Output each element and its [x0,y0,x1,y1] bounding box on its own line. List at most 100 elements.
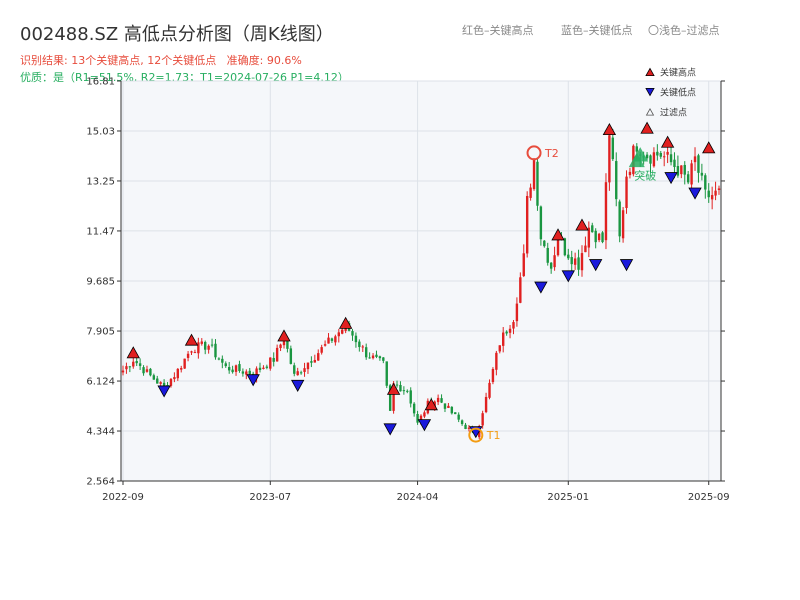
y-tick-label: 11.47 [86,226,115,237]
candle-up [652,152,656,167]
candle-up [197,342,200,354]
y-tick-label: 9.685 [86,277,115,288]
candle-down [310,361,313,363]
candle-down [385,361,388,386]
candle-down [142,367,145,374]
candle-down [567,254,570,259]
candle-up [710,195,714,200]
candle-down [577,257,580,270]
candle-up [132,361,135,367]
candle-up [234,365,238,372]
candle-down [700,172,704,176]
candle-up [125,366,128,370]
legend-label: 关键低点 [660,87,696,99]
candle-up [662,156,666,158]
candle-up [573,258,577,265]
t2-label: T2 [544,147,559,160]
x-tick-label: 2025-09 [688,492,730,503]
candle-up [532,160,536,190]
candle-down [645,154,649,159]
candle-down [543,240,546,247]
candle-up [193,352,197,354]
candle-down [221,358,224,363]
candle-up [303,368,306,372]
candle-up [508,328,512,333]
candle-up [306,362,310,370]
candle-down [224,363,227,367]
candle-down [378,356,382,359]
candle-down [265,366,269,368]
candle-down [238,364,241,371]
candle-down [464,424,467,430]
candle-up [207,345,210,350]
candle-down [704,175,707,190]
candle-down [412,403,416,414]
candle-up [628,171,632,176]
candle-up [337,332,340,337]
candle-down [214,343,217,358]
candle-up [361,346,364,348]
candle-up [519,277,522,303]
candle-up [269,357,272,369]
candle-down [615,161,618,200]
candle-up [371,355,375,359]
candle-up [323,344,327,346]
candle-down [375,354,378,357]
candle-down [594,230,597,243]
x-tick-label: 2024-04 [397,492,439,503]
candle-down [457,414,460,420]
candle-down [676,166,680,176]
candle-up [180,368,183,370]
candle-up [327,337,330,344]
candle-up [556,238,560,256]
kline-chart: 2.564 4.344 6.124 7.905 9.685 11.47 13.25 15.03… [86,67,730,504]
candle-down [354,335,358,343]
candle-down [635,146,638,152]
candle-down [450,406,454,414]
candle-up [183,358,186,369]
candle-down [135,361,138,364]
candle-up [317,353,320,361]
legend-label: 过滤点 [660,107,687,119]
candle-down [149,368,152,376]
candle-down [395,384,399,386]
candle-down [460,420,464,425]
candle-up [587,227,591,248]
candle-up [275,347,279,362]
candle-up [502,332,505,346]
candle-up [515,303,519,322]
candle-up [169,378,173,386]
candle-down [416,413,419,423]
candle-up [334,336,337,343]
y-tick-label: 4.344 [86,427,115,438]
candle-up [512,322,515,329]
candle-down [611,137,615,160]
candle-up [190,351,193,353]
candle-down [454,412,457,415]
candle-up [525,195,529,254]
candle-down [618,201,621,237]
candle-down [156,378,159,384]
candle-up [176,368,180,379]
candle-down [210,344,214,346]
y-tick-label: 13.25 [86,176,115,187]
candle-down [591,225,594,233]
candle-down [539,206,543,240]
candle-down [358,341,361,348]
candle-down [440,398,443,403]
candle-up [680,165,683,175]
y-tick-label: 15.03 [86,126,115,137]
candle-up [529,187,532,198]
candle-up [279,344,282,349]
candle-up [145,369,149,372]
candle-down [293,365,296,374]
candle-down [656,151,659,156]
candle-down [330,338,334,341]
candle-down [669,154,673,163]
candle-up [341,329,344,334]
candle-down [382,357,385,361]
y-tick-label: 2.564 [86,477,115,488]
candle-up [159,382,162,384]
t1-label: T1 [486,429,501,442]
legend-marker [645,67,655,76]
